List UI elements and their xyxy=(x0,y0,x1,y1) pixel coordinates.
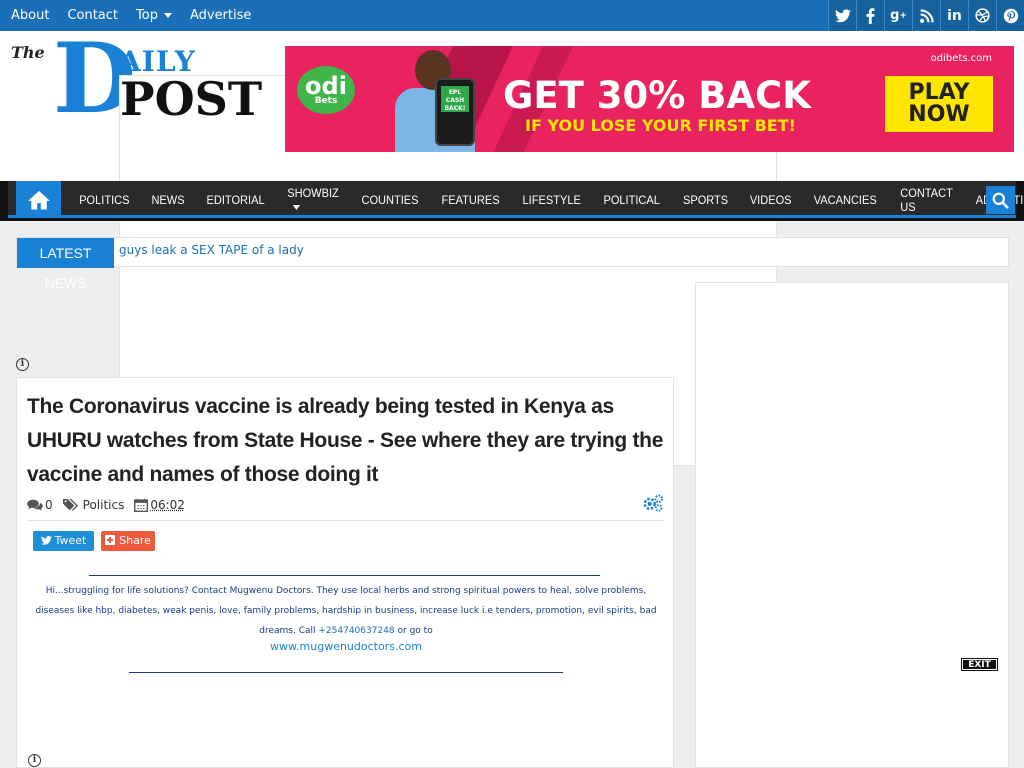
promo-text: Hi...struggling for life solutions? Cont… xyxy=(31,581,661,641)
google-plus-icon[interactable]: g + xyxy=(884,0,912,31)
article-time: 06:02 xyxy=(134,498,185,512)
top-bar: About Contact Top Advertise g + in xyxy=(0,0,1024,31)
exit-button[interactable]: EXIT xyxy=(961,658,998,671)
nav-item-lifestyle[interactable]: LIFESTYLE xyxy=(514,193,589,207)
article-meta: 0 Politics 06:02 xyxy=(27,496,195,514)
sidebar-ad-slot xyxy=(695,282,1009,768)
nav-item-contact-us[interactable]: CONTACT US xyxy=(892,186,961,214)
nav-item-sports[interactable]: SPORTS xyxy=(674,193,736,207)
pinterest-icon[interactable] xyxy=(996,0,1024,31)
banner-play-now-button[interactable]: PLAY NOW xyxy=(885,76,993,132)
tweet-label: Tweet xyxy=(54,534,87,547)
main-nav: POLITICS NEWS EDITORIAL SHOWBIZ COUNTIES… xyxy=(8,181,1024,218)
meta-divider xyxy=(27,520,664,521)
tags-icon xyxy=(62,498,78,511)
banner-cta-line1: PLAY xyxy=(908,80,970,105)
nav-item-videos[interactable]: VIDEOS xyxy=(741,193,799,207)
search-icon xyxy=(992,192,1009,209)
banner-brand-sub: Bets xyxy=(314,96,338,106)
twitter-icon[interactable] xyxy=(828,0,856,31)
nav-item-counties[interactable]: COUNTIES xyxy=(353,193,427,207)
banner-person-image: EPL CASH BACK! xyxy=(385,50,495,152)
share-button[interactable]: Share xyxy=(101,531,155,551)
banner-url: odibets.com xyxy=(930,53,992,64)
logo-the: The xyxy=(11,43,45,62)
comment-count[interactable]: 0 xyxy=(27,498,53,512)
share-plus-icon xyxy=(105,535,116,545)
facebook-icon[interactable] xyxy=(856,0,884,31)
banner-phone-image: EPL CASH BACK! xyxy=(435,78,475,146)
home-button[interactable] xyxy=(16,181,61,218)
linkedin-icon[interactable]: in xyxy=(940,0,968,31)
top-link-contact[interactable]: Contact xyxy=(67,8,118,23)
nav-item-features[interactable]: FEATURES xyxy=(433,193,508,207)
nav-item-editorial[interactable]: EDITORIAL xyxy=(198,193,273,207)
nav-item-politics[interactable]: POLITICS xyxy=(71,193,138,207)
top-link-about[interactable]: About xyxy=(11,8,49,23)
calendar-icon xyxy=(134,498,149,512)
comment-count-value: 0 xyxy=(45,498,53,512)
article-title[interactable]: The Coronavirus vaccine is already being… xyxy=(27,390,667,492)
rss-icon[interactable] xyxy=(912,0,940,31)
banner-phone-screen: EPL CASH BACK! xyxy=(441,86,469,112)
banner-cta-line2: NOW xyxy=(908,102,970,127)
site-header: The D AILY POST odi Bets EPL CASH BACK! … xyxy=(0,31,1024,466)
banner-subline: IF YOU LOSE YOUR FIRST BET! xyxy=(525,116,796,135)
share-label: Share xyxy=(119,534,151,547)
article-time-value: 06:02 xyxy=(150,498,185,512)
gears-icon[interactable] xyxy=(642,494,664,517)
article-category[interactable]: Politics xyxy=(62,498,125,512)
top-link-top-label: Top xyxy=(136,8,158,23)
nav-item-showbiz[interactable]: SHOWBIZ xyxy=(279,186,347,214)
article-card: The Coronavirus vaccine is already being… xyxy=(16,377,674,768)
promo-phone[interactable]: +254740637248 xyxy=(318,626,394,636)
nav-items: POLITICS NEWS EDITORIAL SHOWBIZ COUNTIES… xyxy=(68,181,1024,218)
search-button[interactable] xyxy=(986,186,1015,214)
chevron-down-icon xyxy=(292,204,300,210)
tweet-button[interactable]: Tweet xyxy=(33,531,94,551)
nav-item-showbiz-label: SHOWBIZ xyxy=(287,185,339,200)
main-nav-bar: POLITICS NEWS EDITORIAL SHOWBIZ COUNTIES… xyxy=(0,181,1024,221)
top-links: About Contact Top Advertise xyxy=(11,0,269,31)
promo-divider-top xyxy=(89,575,600,576)
comments-icon xyxy=(27,499,43,511)
promo-link[interactable]: www.mugwenudoctors.com xyxy=(31,640,661,653)
social-icons: g + in xyxy=(828,0,1024,31)
banner-brand-logo: odi Bets xyxy=(297,66,355,114)
nav-item-news[interactable]: NEWS xyxy=(143,193,193,207)
nav-item-vacancies[interactable]: VACANCIES xyxy=(806,193,886,207)
top-link-advertise[interactable]: Advertise xyxy=(190,8,251,23)
ad-info-icon[interactable]: i xyxy=(28,754,41,767)
article-category-label: Politics xyxy=(82,498,125,512)
ticker-headline[interactable]: guys leak a SEX TAPE of a lady xyxy=(119,243,304,257)
latest-news-ticker: LATEST NEWS guys leak a SEX TAPE of a la… xyxy=(16,237,1009,291)
promo-divider-bottom xyxy=(129,672,563,673)
twitter-icon xyxy=(40,536,52,545)
dribbble-icon[interactable] xyxy=(968,0,996,31)
banner-headline: GET 30% BACK xyxy=(503,74,811,117)
top-link-top[interactable]: Top xyxy=(136,8,172,23)
home-icon xyxy=(27,190,50,210)
chevron-down-icon xyxy=(163,13,172,18)
ad-banner[interactable]: odi Bets EPL CASH BACK! GET 30% BACK IF … xyxy=(285,46,1014,152)
latest-news-label: LATEST NEWS xyxy=(17,238,114,291)
site-logo[interactable]: The D AILY POST xyxy=(11,31,777,466)
nav-item-political[interactable]: POLITICAL xyxy=(596,193,669,207)
ad-info-icon[interactable]: i xyxy=(16,358,29,371)
promo-tail: or go to xyxy=(397,626,433,636)
